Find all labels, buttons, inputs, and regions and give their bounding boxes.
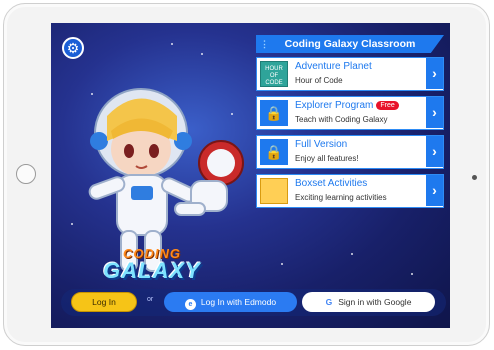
edmodo-login-button[interactable]: e Log In with Edmodo <box>164 292 297 312</box>
star <box>351 253 353 255</box>
menu-item-explorer-program[interactable]: 🔒 Explorer Program Free Teach with Coding… <box>256 96 444 130</box>
item-subtitle: Hour of Code <box>295 76 343 85</box>
camera-dot <box>472 175 477 180</box>
classroom-panel: ⋮ Coding Galaxy Classroom HOUR OF CODE A… <box>256 35 446 238</box>
google-signin-button[interactable]: G Sign in with Google <box>302 292 435 312</box>
item-title: Full Version <box>295 139 348 150</box>
google-label: Sign in with Google <box>338 297 412 307</box>
lock-icon: 🔒 <box>260 139 288 165</box>
dots-icon: ⋮ <box>260 39 269 49</box>
item-subtitle: Enjoy all features! <box>295 154 359 163</box>
panel-title: Coding Galaxy Classroom <box>284 38 416 50</box>
menu-item-full-version[interactable]: 🔒 Full Version Enjoy all features! › <box>256 135 444 169</box>
chevron-right-icon[interactable]: › <box>426 136 443 167</box>
item-subtitle: Teach with Coding Galaxy <box>295 115 388 124</box>
login-button[interactable]: Log In <box>71 292 137 312</box>
lock-icon: 🔒 <box>260 100 288 126</box>
settings-button[interactable]: ⚙ <box>62 37 84 59</box>
star <box>201 53 203 55</box>
menu-item-boxset-activities[interactable]: Boxset Activities Exciting learning acti… <box>256 174 444 208</box>
chevron-right-icon[interactable]: › <box>426 58 443 89</box>
boxset-icon <box>260 178 288 204</box>
gear-icon: ⚙ <box>66 39 80 56</box>
menu-item-adventure-planet[interactable]: HOUR OF CODE Adventure Planet Hour of Co… <box>256 57 444 91</box>
edmodo-label: Log In with Edmodo <box>200 297 277 307</box>
item-title: Adventure Planet <box>295 61 372 72</box>
item-title-text: Explorer Program <box>295 100 374 111</box>
item-title: Boxset Activities <box>295 178 368 189</box>
item-subtitle: Exciting learning activities <box>295 193 387 202</box>
app-screen: ⚙ CODING GALAXY ⋮ Coding Galaxy Classroo… <box>51 23 450 328</box>
hour-of-code-icon: HOUR OF CODE <box>260 61 288 87</box>
chevron-right-icon[interactable]: › <box>426 97 443 128</box>
free-badge: Free <box>376 101 399 110</box>
star <box>411 273 413 275</box>
home-button[interactable] <box>16 164 36 184</box>
star <box>281 263 283 265</box>
star <box>231 113 233 115</box>
star <box>71 223 73 225</box>
google-icon: G <box>325 297 333 307</box>
panel-header: ⋮ Coding Galaxy Classroom <box>256 35 444 53</box>
item-title: Explorer Program Free <box>295 100 399 111</box>
chevron-right-icon[interactable]: › <box>426 175 443 206</box>
star <box>171 43 173 45</box>
logo-line2: GALAXY <box>103 258 201 283</box>
coding-galaxy-logo: CODING GALAXY <box>97 246 207 284</box>
edmodo-icon: e <box>184 299 196 310</box>
or-separator: or <box>147 296 154 303</box>
robot-astronaut-illustration <box>174 140 244 216</box>
